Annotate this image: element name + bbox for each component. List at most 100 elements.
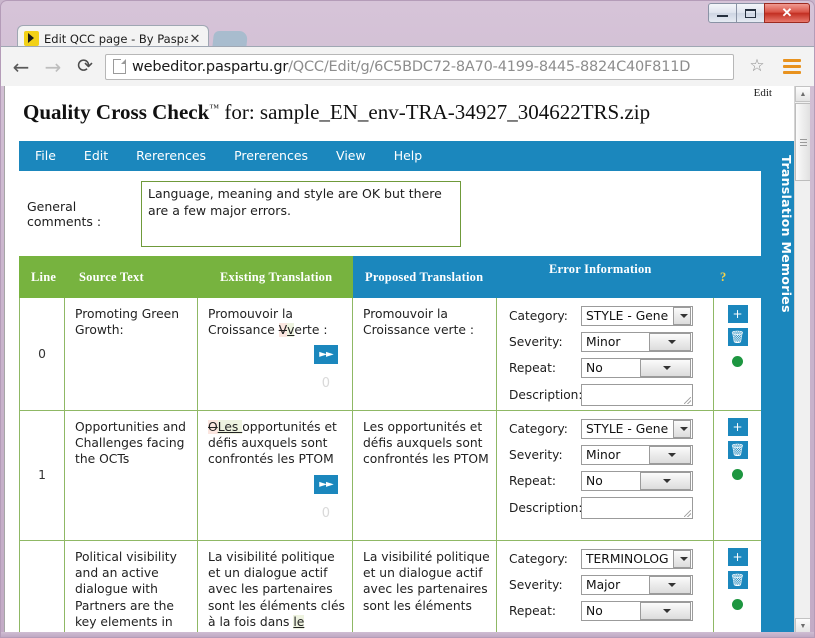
reload-icon[interactable]: ⟳	[73, 57, 97, 76]
tab-close-icon[interactable]: ✕	[188, 32, 202, 45]
repeat-value: No	[586, 603, 603, 618]
general-comments-row: General comments :	[19, 179, 761, 249]
apply-forward-button[interactable]: ►►	[314, 345, 338, 364]
chevron-down-icon	[639, 472, 692, 490]
add-error-button[interactable]: +	[727, 418, 748, 436]
browser-menu-icon[interactable]	[780, 54, 804, 78]
page-content: Edit Quality Cross Check™ for: sample_EN…	[5, 86, 794, 634]
repeat-select[interactable]: No	[581, 471, 693, 491]
qcc-table: Line Source Text Existing Translation Pr…	[19, 256, 761, 634]
error-category-row: Category: STYLE - Gene	[509, 419, 709, 439]
category-value: STYLE - Gene	[586, 421, 669, 436]
url-text: webeditor.paspartu.gr/QCC/Edit/g/6C5BDC7…	[132, 59, 690, 75]
severity-select[interactable]: Minor	[581, 332, 693, 352]
general-comments-label: General comments :	[27, 199, 102, 229]
cell-existing-translation: OLes opportunités et défis auxquels sont…	[198, 411, 353, 540]
edit-link[interactable]: Edit	[754, 87, 772, 99]
cell-proposed-translation[interactable]: Les opportunités et défis auxquels sont …	[353, 411, 497, 540]
existing-suffix: erte :	[294, 323, 328, 338]
page-viewport: Edit Quality Cross Check™ for: sample_EN…	[4, 86, 810, 634]
tab-title: Edit QCC page - By Paspa	[44, 31, 188, 46]
repeat-select[interactable]: No	[581, 358, 693, 378]
column-header-error: Error Information	[497, 256, 714, 298]
chevron-down-icon	[672, 550, 691, 568]
repeat-label: Repeat:	[509, 473, 557, 488]
menu-item-help[interactable]: Help	[380, 141, 437, 171]
cell-existing-translation: La visibilité politique et un dialogue a…	[198, 541, 353, 634]
cell-error-information: Category: STYLE - Gene Severity: Minor R…	[497, 298, 714, 410]
cell-line-number: 1	[19, 411, 65, 540]
description-input[interactable]	[581, 497, 693, 519]
address-bar[interactable]: webeditor.paspartu.gr/QCC/Edit/g/6C5BDC7…	[105, 53, 734, 80]
error-severity-row: Severity: Minor	[509, 332, 709, 352]
chevron-down-icon	[648, 333, 691, 351]
cell-proposed-translation[interactable]: Promouvoir la Croissance verte :	[353, 298, 497, 410]
maximize-button[interactable]	[736, 3, 765, 23]
category-select[interactable]: TERMINOLOG	[581, 549, 693, 569]
chevron-down-icon	[639, 359, 692, 377]
column-header-source: Source Text	[65, 256, 198, 298]
page-scrollbar[interactable]: ▲ ▼	[794, 86, 810, 634]
general-comments-input[interactable]	[141, 181, 461, 247]
severity-select[interactable]: Minor	[581, 445, 693, 465]
chevron-down-icon	[672, 420, 692, 438]
window-bottom-edge	[1, 632, 814, 637]
translation-memories-panel[interactable]: Translation Memories	[761, 141, 794, 634]
existing-deleted-text: O	[208, 420, 218, 434]
severity-select[interactable]: Major	[581, 575, 693, 595]
cell-line-number	[19, 541, 65, 634]
back-icon[interactable]: ←	[9, 57, 33, 77]
severity-value: Major	[586, 577, 621, 592]
category-select[interactable]: STYLE - Gene	[581, 419, 693, 439]
delete-error-button[interactable]: 🗑	[727, 571, 748, 589]
scroll-up-icon[interactable]: ▲	[795, 86, 810, 102]
error-repeat-row: Repeat: No	[509, 601, 709, 621]
delete-error-button[interactable]: 🗑	[727, 328, 748, 346]
cell-source-text: Political visibility and an active dialo…	[65, 541, 198, 634]
column-header-help[interactable]: ?	[714, 256, 761, 298]
severity-label: Severity:	[509, 577, 563, 592]
description-input[interactable]	[581, 384, 693, 406]
scrollbar-thumb[interactable]	[795, 103, 810, 181]
repeat-label: Repeat:	[509, 603, 557, 618]
severity-label: Severity:	[509, 334, 563, 349]
minimize-button[interactable]	[708, 3, 737, 23]
browser-toolbar: ← → ⟳ webeditor.paspartu.gr/QCC/Edit/g/6…	[1, 46, 814, 86]
status-dot-icon	[732, 356, 743, 367]
menu-item-view[interactable]: View	[322, 141, 380, 171]
cell-line-number: 0	[19, 298, 65, 410]
close-button[interactable]: ✕	[764, 3, 810, 23]
bookmark-star-icon[interactable]: ☆	[744, 53, 770, 79]
existing-inserted-text: Les	[217, 420, 243, 434]
repeat-select[interactable]: No	[581, 601, 693, 621]
delete-error-button[interactable]: 🗑	[727, 441, 748, 459]
menu-item-edit[interactable]: Edit	[70, 141, 122, 171]
add-error-button[interactable]: +	[727, 305, 748, 323]
url-path: /QCC/Edit/g/6C5BDC72-8A70-4199-8445-8824…	[288, 58, 691, 75]
category-label: Category:	[509, 308, 568, 323]
add-error-button[interactable]: +	[727, 548, 748, 566]
category-select[interactable]: STYLE - Gene	[581, 306, 693, 326]
error-repeat-row: Repeat: No	[509, 358, 709, 378]
status-dot-icon	[732, 599, 743, 610]
favicon-icon	[24, 31, 39, 46]
menu-item-prererences[interactable]: Prererences	[220, 141, 322, 171]
menu-item-file[interactable]: File	[19, 141, 70, 171]
error-severity-row: Severity: Minor	[509, 445, 709, 465]
app-menubar: File Edit Rererences Prererences View He…	[19, 141, 761, 171]
table-row: Political visibility and an active dialo…	[19, 541, 761, 634]
cell-proposed-translation[interactable]: La visibilité politique et un dialogue a…	[353, 541, 497, 634]
severity-label: Severity:	[509, 447, 563, 462]
table-header-row: Line Source Text Existing Translation Pr…	[19, 256, 761, 298]
repeat-value: No	[586, 473, 603, 488]
status-dot-icon	[732, 469, 743, 480]
column-header-proposed: Proposed Translation	[353, 256, 497, 298]
apply-forward-button[interactable]: ►►	[314, 475, 338, 494]
error-repeat-row: Repeat: No	[509, 471, 709, 491]
page-title-main: Quality Cross Check	[23, 100, 210, 124]
forward-icon[interactable]: →	[41, 57, 65, 77]
existing-deleted-text: V	[278, 323, 288, 338]
chevron-down-icon	[648, 446, 691, 464]
existing-inserted-text: le	[293, 614, 305, 629]
menu-item-rererences[interactable]: Rererences	[122, 141, 220, 171]
